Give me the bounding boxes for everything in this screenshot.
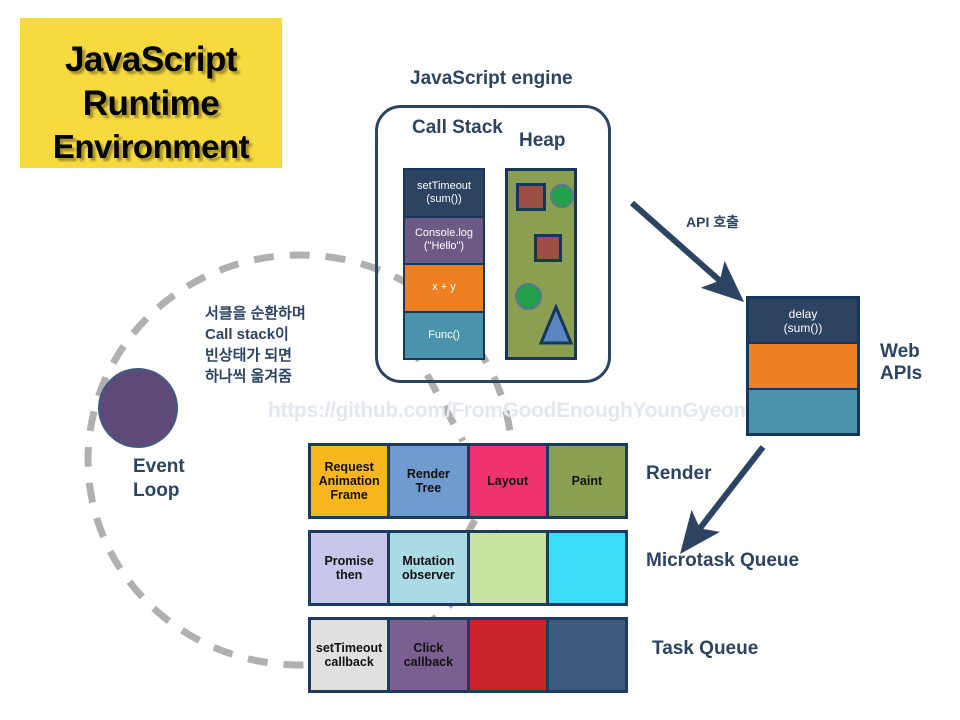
api-call-arrow-label: API 호출 (686, 214, 739, 230)
queue-cell: Click callback (390, 620, 470, 690)
event-loop-circle (98, 368, 178, 448)
call-stack-frame: x + y (405, 265, 483, 313)
watermark: https://github.com/FromGoodEnoughYounGye… (268, 399, 752, 422)
task-row-label: Task Queue (652, 638, 759, 659)
title-block: JavaScript Runtime Environment (20, 18, 282, 168)
microtask-row-label: Microtask Queue (646, 550, 800, 571)
task-queue-row: setTimeout callback Click callback (308, 617, 628, 693)
heap-object-square (516, 183, 546, 211)
web-api-cell (749, 389, 857, 433)
diagram-canvas: JavaScript Runtime Environment https://g… (0, 0, 960, 720)
heap (505, 168, 577, 360)
event-loop-label: Event Loop (133, 456, 185, 501)
call-stack-title: Call Stack (412, 117, 503, 138)
queue-cell: Mutation observer (390, 533, 470, 603)
title-line-1: JavaScript (64, 40, 238, 79)
heap-object-square (534, 234, 562, 262)
call-stack-frame: Func() (405, 312, 483, 358)
web-apis-stack: delay (sum()) (746, 296, 860, 436)
render-arrow (680, 445, 766, 555)
heap-object-triangle (539, 304, 573, 345)
web-api-cell (749, 344, 857, 390)
queue-cell (548, 533, 625, 603)
render-row-label: Render (646, 463, 712, 484)
title-line-2: Runtime (82, 84, 220, 123)
web-api-cell: delay (sum()) (749, 299, 857, 345)
microtask-queue-row: Promise then Mutation observer (308, 530, 628, 606)
queue-cell: setTimeout callback (311, 620, 391, 690)
heap-title: Heap (519, 130, 566, 151)
call-stack-frame: setTimeout (sum()) (405, 170, 483, 218)
heap-object-circle (515, 283, 542, 310)
render-queue-row: Request Animation Frame Render Tree Layo… (308, 443, 628, 519)
title-line-3: Environment (52, 128, 250, 165)
queue-cell: Render Tree (390, 446, 470, 516)
js-engine-title: JavaScript engine (410, 68, 573, 89)
call-stack-frame: Console.log ("Hello") (405, 217, 483, 265)
heap-object-circle (550, 184, 574, 208)
queue-cell: Promise then (311, 533, 391, 603)
queue-cell: Layout (469, 446, 549, 516)
queue-cell: Request Animation Frame (311, 446, 391, 516)
queue-cell (469, 533, 549, 603)
korean-annotation: 서클을 순환하며 Call stack이 빈상태가 되면 하나씩 옮겨줌 (205, 305, 306, 385)
queue-cell (548, 620, 625, 690)
queue-cell: Paint (548, 446, 625, 516)
web-apis-label: Web APIs (880, 341, 923, 384)
queue-cell (469, 620, 549, 690)
call-stack: setTimeout (sum()) Console.log ("Hello")… (403, 168, 485, 360)
